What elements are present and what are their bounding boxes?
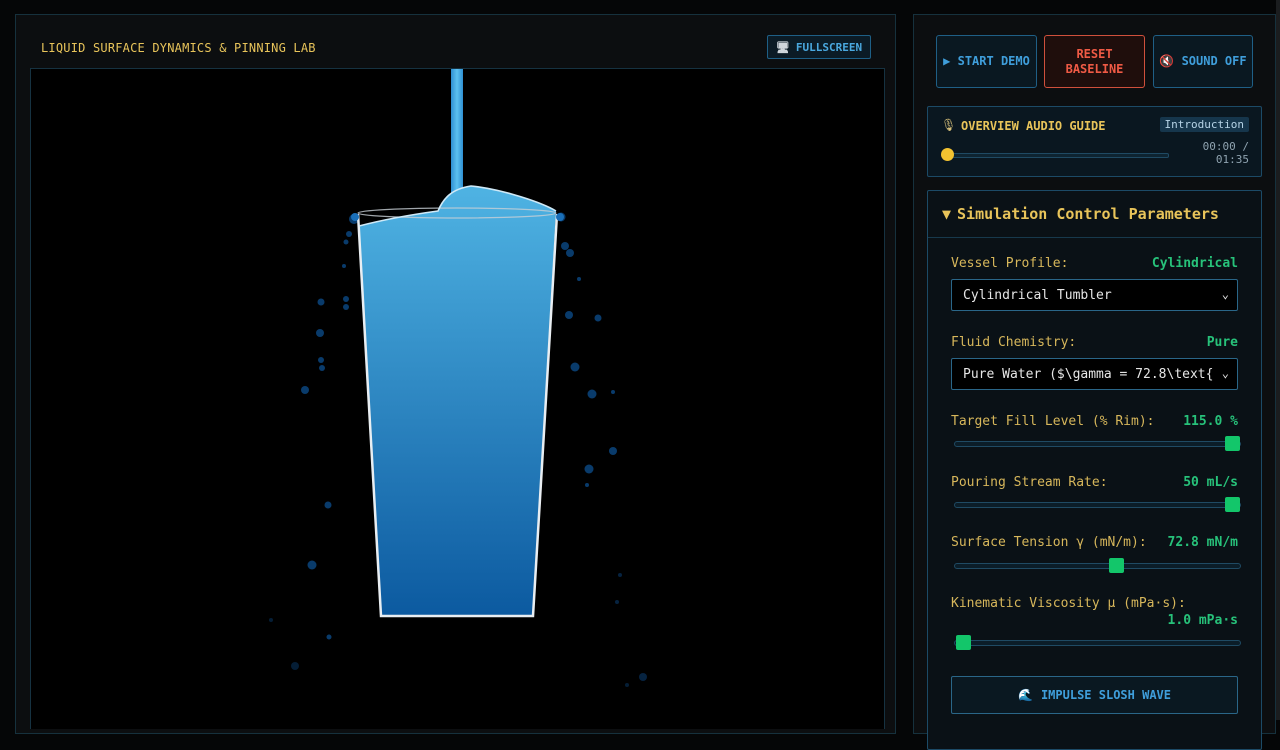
tension-slider-thumb[interactable] xyxy=(1109,558,1125,573)
pour-slider-thumb[interactable] xyxy=(1225,497,1240,512)
pour-label: Pouring Stream Rate: xyxy=(951,475,1108,490)
viscosity-slider[interactable] xyxy=(954,635,1241,650)
fullscreen-button[interactable]: 🖥 FULLSCREEN xyxy=(767,35,871,59)
fill-slider[interactable] xyxy=(954,436,1241,451)
wave-icon: 🌊 xyxy=(1018,688,1033,702)
viscosity-label: Kinematic Viscosity μ (mPa·s): xyxy=(951,596,1186,611)
fill-value: 115.0 % xyxy=(1183,414,1238,429)
fluid-select[interactable]: Pure Water ($\gamma = 72.8\text{ mN/m}$)… xyxy=(951,358,1238,390)
monitor-icon: 🖥 xyxy=(775,40,790,54)
fluid-value: Pure xyxy=(1206,335,1238,350)
vessel-select[interactable]: Cylindrical Tumbler ⌄ xyxy=(951,279,1238,311)
fill-slider-thumb[interactable] xyxy=(1225,436,1240,451)
liquid-simulation-view xyxy=(269,69,647,687)
sound-toggle-button[interactable]: 🔇 SOUND OFF xyxy=(1153,35,1253,88)
lab-title: LIQUID SURFACE DYNAMICS & PINNING LAB xyxy=(41,41,316,55)
audio-guide-title: OVERVIEW AUDIO GUIDE xyxy=(961,119,1106,133)
collapse-triangle-icon: ▼ xyxy=(942,205,952,223)
impulse-slosh-button[interactable]: 🌊 IMPULSE SLOSH WAVE xyxy=(951,676,1238,714)
pour-slider[interactable] xyxy=(954,497,1241,512)
pour-value: 50 mL/s xyxy=(1183,475,1238,490)
viscosity-value: 1.0 mPa·s xyxy=(1167,613,1238,628)
start-demo-button[interactable]: ▶ START DEMO xyxy=(936,35,1037,88)
simulation-canvas[interactable] xyxy=(30,68,885,729)
parameters-panel: ▼ Simulation Control Parameters Vessel P… xyxy=(927,190,1262,750)
parameters-heading: Simulation Control Parameters xyxy=(957,205,1219,223)
tension-value: 72.8 mN/m xyxy=(1167,535,1238,550)
vessel-value: Cylindrical xyxy=(1151,256,1238,271)
fluid-selected: Pure Water ($\gamma = 72.8\text{ mN/m}$) xyxy=(963,366,1213,382)
fullscreen-label: FULLSCREEN xyxy=(795,40,863,54)
simulation-panel: LIQUID SURFACE DYNAMICS & PINNING LAB 🖥 … xyxy=(15,14,896,734)
tension-slider[interactable] xyxy=(954,558,1241,573)
audio-progress-knob[interactable] xyxy=(941,148,954,161)
vessel-selected: Cylindrical Tumbler xyxy=(963,287,1112,303)
audio-progress-track[interactable] xyxy=(941,148,1169,161)
audio-time: 00:00 / 01:35 xyxy=(1202,140,1249,166)
control-panel: ▶ START DEMO RESET BASELINE 🔇 SOUND OFF … xyxy=(913,14,1276,750)
chevron-down-icon: ⌄ xyxy=(1221,287,1229,301)
fill-label: Target Fill Level (% Rim): xyxy=(951,414,1155,429)
fluid-label: Fluid Chemistry: xyxy=(951,335,1077,350)
chevron-down-icon: ⌄ xyxy=(1221,366,1229,380)
microphone-icon: 🎙 xyxy=(941,118,957,132)
parameters-header[interactable]: ▼ Simulation Control Parameters xyxy=(928,191,1261,238)
water-body xyxy=(359,186,556,615)
audio-chapter-badge: Introduction xyxy=(1159,117,1249,132)
vessel-label: Vessel Profile: xyxy=(951,256,1069,271)
page-scrollbar[interactable] xyxy=(1276,0,1280,720)
impulse-label: IMPULSE SLOSH WAVE xyxy=(1040,688,1171,702)
audio-guide-panel: 🎙 OVERVIEW AUDIO GUIDE Introduction 00:0… xyxy=(927,106,1262,177)
tension-label: Surface Tension γ (mN/m): xyxy=(951,535,1147,550)
viscosity-slider-thumb[interactable] xyxy=(956,635,971,650)
reset-baseline-button[interactable]: RESET BASELINE xyxy=(1044,35,1145,88)
